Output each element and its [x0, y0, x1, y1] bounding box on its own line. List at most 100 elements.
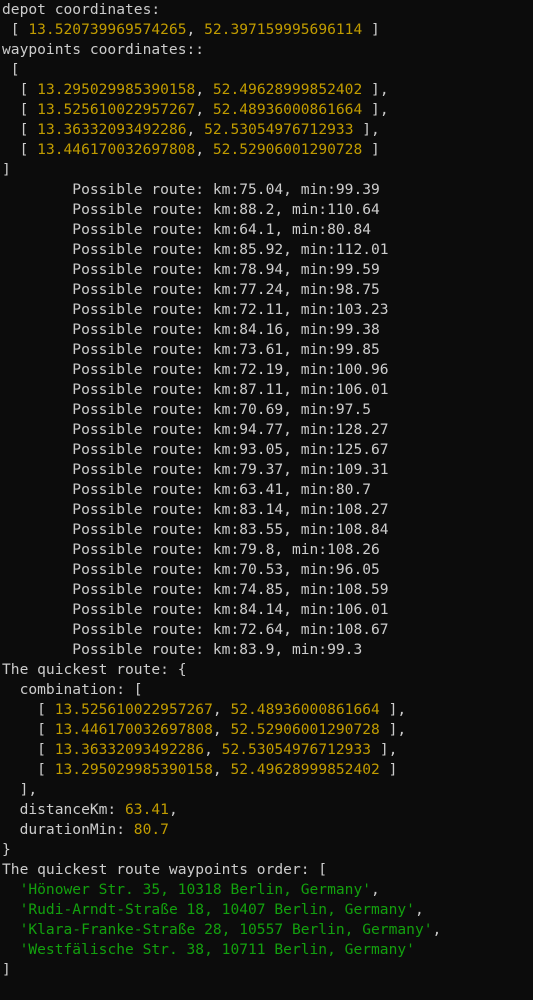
number-literal: 13.525610022957267 — [54, 701, 213, 718]
terminal-text: Possible route: km:93.05, min:125.67 — [2, 441, 389, 458]
terminal-line: Possible route: km:73.61, min:99.85 — [2, 340, 533, 360]
terminal-line: Possible route: km:74.85, min:108.59 — [2, 580, 533, 600]
terminal-line: 'Hönower Str. 35, 10318 Berlin, Germany'… — [2, 880, 533, 900]
terminal-text: Possible route: km:70.53, min:96.05 — [2, 561, 380, 578]
terminal-line: Possible route: km:72.19, min:100.96 — [2, 360, 533, 380]
terminal-text: , — [195, 101, 213, 118]
terminal-line: The quickest route waypoints order: [ — [2, 860, 533, 880]
number-literal: 52.48936000861664 — [230, 701, 380, 718]
terminal-text: [ — [2, 121, 38, 138]
terminal-text: Possible route: km:70.69, min:97.5 — [2, 401, 372, 418]
terminal-line: distanceKm: 63.41, — [2, 800, 533, 820]
terminal-line: Possible route: km:72.64, min:108.67 — [2, 620, 533, 640]
terminal-line: 'Klara-Franke-Straße 28, 10557 Berlin, G… — [2, 920, 533, 940]
terminal-text: [ — [2, 761, 55, 778]
number-literal: 13.36332093492286 — [37, 121, 187, 138]
terminal-line: [ 13.446170032697808, 52.52906001290728 … — [2, 140, 533, 160]
terminal-text: waypoints coordinates:: — [2, 41, 205, 58]
terminal-line: Possible route: km:79.8, min:108.26 — [2, 540, 533, 560]
terminal-text: Possible route: km:73.61, min:99.85 — [2, 341, 380, 358]
terminal-text: ], — [353, 121, 380, 138]
terminal-text: ], — [371, 741, 398, 758]
terminal-line: Possible route: km:63.41, min:80.7 — [2, 480, 533, 500]
terminal-line: The quickest route: { — [2, 660, 533, 680]
terminal-text: Possible route: km:79.8, min:108.26 — [2, 541, 380, 558]
terminal-line: Possible route: km:84.16, min:99.38 — [2, 320, 533, 340]
number-literal: 13.446170032697808 — [54, 721, 213, 738]
terminal-line: Possible route: km:87.11, min:106.01 — [2, 380, 533, 400]
terminal-line: [ — [2, 60, 533, 80]
number-literal: 52.49628999852402 — [212, 81, 363, 98]
number-literal: 13.295029985390158 — [37, 81, 196, 98]
terminal-text: Possible route: km:83.14, min:108.27 — [2, 501, 389, 518]
terminal-text: } — [2, 841, 11, 858]
terminal-line: Possible route: km:79.37, min:109.31 — [2, 460, 533, 480]
terminal-text: Possible route: km:84.16, min:99.38 — [2, 321, 380, 338]
terminal-text: [ — [2, 141, 38, 158]
terminal-text: [ — [2, 81, 38, 98]
terminal-line: Possible route: km:70.53, min:96.05 — [2, 560, 533, 580]
terminal-text: , — [168, 801, 178, 818]
terminal-text: , — [204, 741, 222, 758]
terminal-text: [ — [2, 21, 29, 38]
terminal-text: , — [186, 121, 205, 138]
terminal-line: depot coordinates: — [2, 0, 533, 20]
terminal-line: Possible route: km:93.05, min:125.67 — [2, 440, 533, 460]
terminal-line: [ 13.525610022957267, 52.48936000861664 … — [2, 700, 533, 720]
terminal-text: depot coordinates: — [2, 1, 161, 18]
terminal-output[interactable]: depot coordinates: [ 13.520739969574265,… — [2, 0, 533, 1000]
terminal-text: distanceKm: — [2, 801, 126, 818]
number-literal: 52.52906001290728 — [212, 141, 363, 158]
terminal-text: , — [186, 21, 205, 38]
number-literal: 13.520739969574265 — [28, 21, 187, 38]
terminal-text: ] — [362, 21, 380, 38]
terminal-line: Possible route: km:83.9, min:99.3 — [2, 640, 533, 660]
terminal-text: ], — [379, 701, 407, 718]
terminal-text: , — [195, 141, 213, 158]
string-literal: 'Klara-Franke-Straße 28, 10557 Berlin, G… — [19, 921, 433, 938]
terminal-line: 'Rudi-Arndt-Straße 18, 10407 Berlin, Ger… — [2, 900, 533, 920]
terminal-text: Possible route: km:77.24, min:98.75 — [2, 281, 380, 298]
terminal-text: [ — [2, 101, 38, 118]
string-literal: 'Westfälische Str. 38, 10711 Berlin, Ger… — [19, 941, 415, 958]
terminal-text: Possible route: km:72.11, min:103.23 — [2, 301, 389, 318]
terminal-text: [ — [2, 741, 55, 758]
number-literal: 13.525610022957267 — [37, 101, 196, 118]
number-literal: 52.53054976712933 — [204, 121, 354, 138]
terminal-line: } — [2, 840, 533, 860]
terminal-line: [ 13.295029985390158, 52.49628999852402 … — [2, 80, 533, 100]
terminal-text: , — [212, 761, 231, 778]
terminal-line: Possible route: km:75.04, min:99.39 — [2, 180, 533, 200]
terminal-text: Possible route: km:83.9, min:99.3 — [2, 641, 363, 658]
terminal-text: [ — [2, 721, 55, 738]
terminal-line: ] — [2, 960, 533, 980]
number-literal: 13.295029985390158 — [54, 761, 213, 778]
terminal-text: Possible route: km:72.19, min:100.96 — [2, 361, 389, 378]
terminal-text: Possible route: km:85.92, min:112.01 — [2, 241, 389, 258]
terminal-line: ], — [2, 780, 533, 800]
terminal-line: 'Westfälische Str. 38, 10711 Berlin, Ger… — [2, 940, 533, 960]
terminal-text: Possible route: km:87.11, min:106.01 — [2, 381, 389, 398]
terminal-text: ] — [379, 761, 398, 778]
terminal-text: Possible route: km:63.41, min:80.7 — [2, 481, 372, 498]
terminal-text: ], — [2, 781, 38, 798]
terminal-line: durationMin: 80.7 — [2, 820, 533, 840]
number-literal: 80.7 — [133, 821, 169, 838]
terminal-text: Possible route: km:94.77, min:128.27 — [2, 421, 389, 438]
terminal-line: combination: [ — [2, 680, 533, 700]
terminal-text: ] — [2, 161, 11, 178]
terminal-line: ] — [2, 160, 533, 180]
terminal-line: Possible route: km:84.14, min:106.01 — [2, 600, 533, 620]
terminal-text: , — [432, 921, 442, 938]
number-literal: 52.48936000861664 — [212, 101, 363, 118]
terminal-text: Possible route: km:84.14, min:106.01 — [2, 601, 389, 618]
terminal-line: Possible route: km:78.94, min:99.59 — [2, 260, 533, 280]
terminal-line: Possible route: km:85.92, min:112.01 — [2, 240, 533, 260]
terminal-text: Possible route: km:88.2, min:110.64 — [2, 201, 380, 218]
terminal-line: [ 13.36332093492286, 52.53054976712933 ]… — [2, 120, 533, 140]
terminal-line: [ 13.36332093492286, 52.53054976712933 ]… — [2, 740, 533, 760]
